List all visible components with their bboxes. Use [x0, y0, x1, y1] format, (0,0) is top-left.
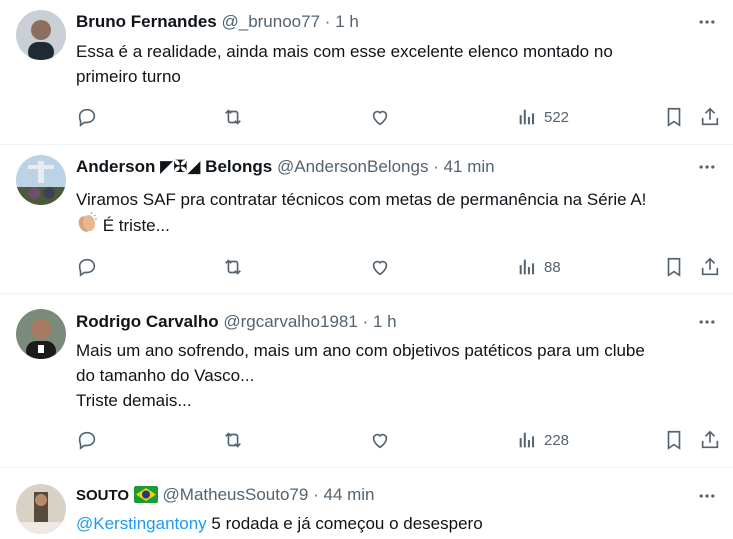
bookmark-button[interactable]: [663, 427, 685, 453]
like-icon: [372, 260, 388, 276]
share-button[interactable]: [699, 427, 721, 453]
retweet-button[interactable]: [222, 104, 244, 130]
tweet-text-line: do tamanho do Vasco...: [76, 366, 255, 385]
display-name[interactable]: Bruno Fernandes: [76, 12, 217, 31]
retweet-icon: [225, 432, 241, 448]
more-icon[interactable]: [695, 10, 719, 34]
handle[interactable]: @_brunoo77: [221, 12, 320, 31]
share-icon: [701, 257, 719, 276]
avatar[interactable]: [16, 309, 66, 359]
tweet-text: Mais um ano sofrendo, mais um ano com ob…: [76, 338, 709, 413]
tweet-header: Rodrigo Carvalho @rgcarvalho1981 · 1 h: [76, 311, 689, 333]
views-count: 228: [544, 431, 570, 449]
display-name[interactable]: Rodrigo Carvalho: [76, 312, 219, 331]
share-button[interactable]: [699, 254, 721, 280]
tweet[interactable]: Rodrigo Carvalho @rgcarvalho1981 · 1 h M…: [0, 294, 733, 468]
handle[interactable]: @AndersonBelongs: [277, 157, 428, 176]
tweet-text-line: Triste demais...: [76, 391, 192, 410]
brazil-flag-emoji: [133, 486, 158, 509]
reply-icon: [78, 258, 96, 277]
timestamp[interactable]: 1 h: [373, 312, 397, 331]
tweet-text: Essa é a realidade, ainda mais com esse …: [76, 39, 709, 89]
views-button[interactable]: 228: [516, 427, 569, 453]
retweet-button[interactable]: [222, 254, 244, 280]
tweet-text-line: primeiro turno: [76, 67, 181, 86]
tweet-text-fragment: 5 rodada e já começou o desespero: [211, 514, 483, 533]
separator-dot: ·: [313, 485, 319, 504]
reply-button[interactable]: [76, 104, 98, 130]
reply-icon: [78, 108, 96, 127]
handle[interactable]: @MatheusSouto79: [163, 485, 309, 504]
views-button[interactable]: 88: [516, 254, 561, 280]
tweet-header: SOUTO @MatheusSouto79 · 44 min: [76, 484, 689, 509]
tweet-text-line: Mais um ano sofrendo, mais um ano com ob…: [76, 341, 645, 360]
share-icon: [701, 107, 719, 126]
tweet-text: @Kerstingantony 5 rodada e já começou o …: [76, 511, 709, 536]
action-bar: 228: [76, 427, 723, 453]
tweet-feed: Bruno Fernandes @_brunoo77 · 1 h Essa é …: [0, 0, 733, 539]
more-icon[interactable]: [695, 310, 719, 334]
like-icon: [372, 433, 388, 449]
views-icon: [519, 432, 535, 448]
tweet-text-fragment: É triste...: [102, 216, 170, 235]
views-icon: [519, 259, 535, 275]
more-icon[interactable]: [695, 155, 719, 179]
views-count: 88: [544, 258, 561, 276]
tweet[interactable]: Anderson ◤✠◢ Belongs @AndersonBelongs · …: [0, 145, 733, 294]
tweet-text: Viramos SAF pra contratar técnicos com m…: [76, 187, 709, 241]
timestamp[interactable]: 41 min: [444, 157, 495, 176]
display-name[interactable]: SOUTO: [76, 487, 129, 504]
retweet-button[interactable]: [222, 427, 244, 453]
bookmark-button[interactable]: [663, 104, 685, 130]
tweet[interactable]: Bruno Fernandes @_brunoo77 · 1 h Essa é …: [0, 0, 733, 145]
tweet-text-line-with-emoji: É triste...: [76, 211, 709, 241]
handle[interactable]: @rgcarvalho1981: [223, 312, 357, 331]
mention-link[interactable]: @Kerstingantony: [76, 514, 207, 533]
separator-dot: ·: [324, 12, 331, 31]
reply-icon: [78, 431, 96, 450]
tweet-header: Anderson ◤✠◢ Belongs @AndersonBelongs · …: [76, 156, 689, 178]
retweet-icon: [225, 259, 241, 275]
share-button[interactable]: [699, 104, 721, 130]
separator-dot: ·: [433, 157, 439, 176]
avatar[interactable]: [16, 10, 66, 60]
action-bar: 522: [76, 104, 723, 130]
tweet[interactable]: SOUTO @MatheusSouto79 · 44 min @Kersting…: [0, 468, 733, 539]
like-icon: [372, 110, 388, 126]
tweet-text-line: Viramos SAF pra contratar técnicos com m…: [76, 190, 647, 209]
share-icon: [701, 430, 719, 449]
tweet-text-line: Essa é a realidade, ainda mais com esse …: [76, 42, 613, 61]
clapping-hands-emoji: [76, 211, 98, 241]
views-icon: [519, 109, 535, 125]
like-button[interactable]: [369, 427, 391, 453]
retweet-icon: [225, 109, 241, 125]
avatar[interactable]: [16, 484, 66, 534]
display-name[interactable]: Anderson ◤✠◢ Belongs: [76, 157, 272, 176]
action-bar: 88: [76, 254, 723, 280]
reply-button[interactable]: [76, 427, 98, 453]
bookmark-icon: [667, 430, 681, 450]
bookmark-button[interactable]: [663, 254, 685, 280]
like-button[interactable]: [369, 104, 391, 130]
more-icon[interactable]: [695, 484, 719, 508]
tweet-header: Bruno Fernandes @_brunoo77 · 1 h: [76, 11, 689, 33]
bookmark-icon: [667, 257, 681, 277]
bookmark-icon: [667, 107, 681, 127]
views-button[interactable]: 522: [516, 104, 569, 130]
like-button[interactable]: [369, 254, 391, 280]
avatar[interactable]: [16, 155, 66, 205]
views-count: 522: [544, 108, 570, 126]
timestamp[interactable]: 44 min: [323, 485, 374, 504]
reply-button[interactable]: [76, 254, 98, 280]
separator-dot: ·: [362, 312, 369, 331]
timestamp[interactable]: 1 h: [335, 12, 359, 31]
